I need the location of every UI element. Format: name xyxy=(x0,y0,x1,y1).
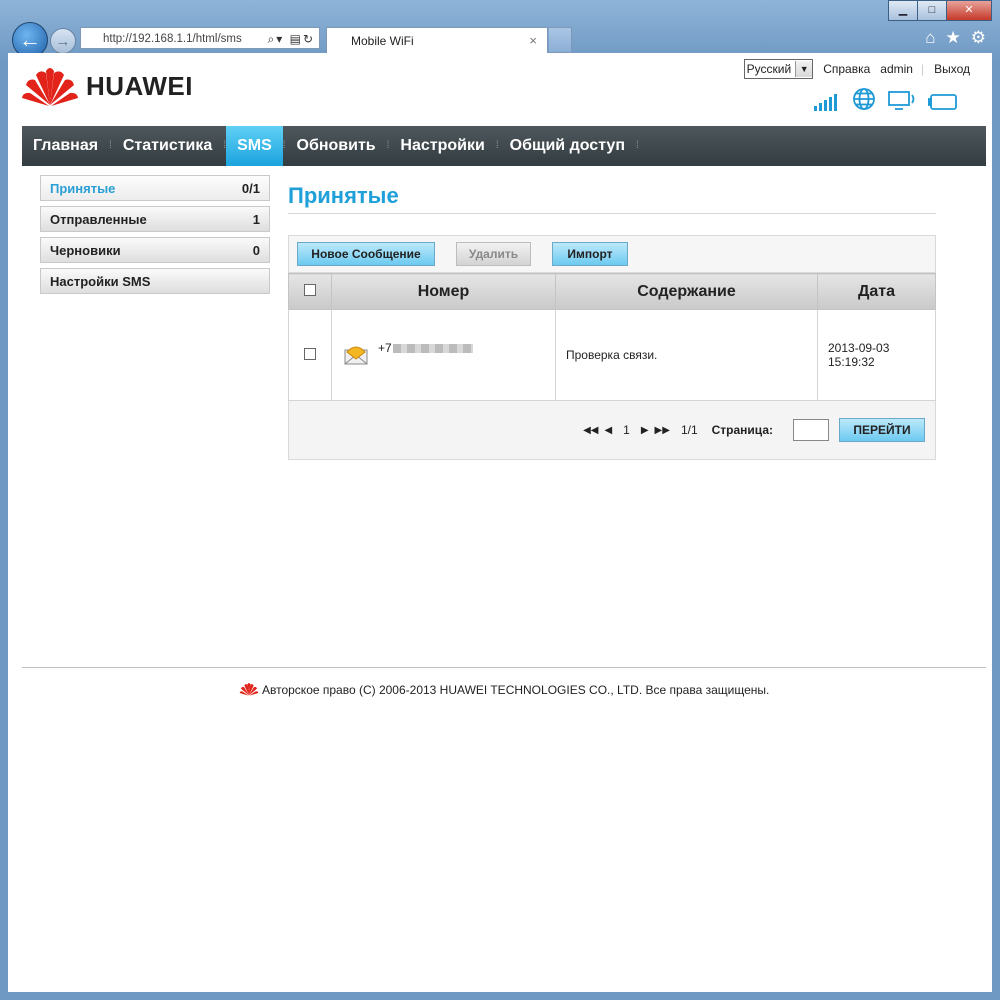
sidebar-item-count: 1 xyxy=(252,211,260,227)
delete-button[interactable]: Удалить xyxy=(456,242,531,266)
sidebar-item-label: Черновики xyxy=(50,242,121,258)
select-all-checkbox[interactable] xyxy=(304,283,316,296)
new-tab-button[interactable] xyxy=(549,27,572,53)
redacted-number xyxy=(392,344,473,354)
table-header-row: Номер Содержание Дата xyxy=(288,273,936,310)
battery-icon xyxy=(928,94,957,110)
top-links: Русский ▼ Справка admin | Выход xyxy=(743,59,970,79)
main-panel: Принятые Новое Сообщение Удалить Импорт … xyxy=(288,175,936,460)
address-url: http://192.168.1.1/html/sms xyxy=(103,33,242,45)
window-controls: ▁ □ ✕ xyxy=(888,0,992,21)
address-controls: ⌕▾ ▤↻ xyxy=(268,28,316,48)
pagination: ◀◀ ◀ 1 ▶ ▶▶ 1/1 Страница: ПЕРЕЙТИ xyxy=(288,401,936,460)
page-title: Принятые xyxy=(288,175,936,214)
browser-window: ▁ □ ✕ ← → http://192.168.1.1/html/sms ⌕▾… xyxy=(0,0,1000,1000)
internet-globe-icon xyxy=(853,88,875,110)
sidebar-item-count: 0 xyxy=(252,242,260,258)
nav-item-settings[interactable]: Настройки xyxy=(389,126,495,166)
next-page-icon[interactable]: ▶ xyxy=(641,425,649,436)
nav-item-sms[interactable]: SMS xyxy=(226,126,283,166)
sidebar-item-inbox[interactable]: Принятые 0/1 xyxy=(40,175,270,201)
main-nav: Главная ⁞ Статистика ⁞ SMS ⁞ Обновить ⁞ … xyxy=(22,126,986,166)
page-count: 1/1 xyxy=(680,423,698,437)
message-toolbar: Новое Сообщение Удалить Импорт xyxy=(288,235,936,273)
nav-item-update[interactable]: Обновить xyxy=(286,126,387,166)
sender-number: +7 xyxy=(378,341,473,355)
column-header-content: Содержание xyxy=(555,273,818,310)
favorites-star-icon[interactable]: ★ xyxy=(946,28,961,48)
status-icons xyxy=(814,87,958,111)
page-content: HUAWEI Русский ▼ Справка admin | Выход Г… xyxy=(8,53,992,992)
forward-arrow-icon[interactable]: → xyxy=(50,28,76,54)
sidebar-item-label: Настройки SMS xyxy=(50,273,151,289)
help-link[interactable]: Справка xyxy=(823,62,870,76)
sidebar-item-label: Отправленные xyxy=(50,211,147,227)
number-cell: +7 xyxy=(331,309,556,401)
nav-item-sharing[interactable]: Общий доступ xyxy=(499,126,636,166)
signal-strength-icon xyxy=(814,94,837,111)
last-page-icon[interactable]: ▶▶ xyxy=(655,425,670,436)
row-select-cell xyxy=(288,309,332,401)
prev-page-icon[interactable]: ◀ xyxy=(604,425,612,436)
sender-number-prefix: +7 xyxy=(378,341,392,355)
message-date: 2013-09-03 15:19:32 xyxy=(817,309,936,401)
sidebar-item-count: 0/1 xyxy=(241,180,260,196)
first-page-icon[interactable]: ◀◀ xyxy=(583,425,598,436)
minimize-icon[interactable]: ▁ xyxy=(888,0,918,21)
column-header-date: Дата xyxy=(817,273,936,310)
current-page[interactable]: 1 xyxy=(623,423,630,437)
sidebar-item-label: Принятые xyxy=(50,180,116,196)
user-link[interactable]: admin xyxy=(880,62,913,76)
nav-item-home[interactable]: Главная xyxy=(22,126,109,166)
envelope-icon xyxy=(344,346,368,365)
tab-close-icon[interactable]: × xyxy=(529,28,537,54)
huawei-logo: HUAWEI xyxy=(22,65,193,107)
connected-device-icon xyxy=(888,91,915,110)
logout-link[interactable]: Выход xyxy=(934,62,970,76)
home-icon[interactable]: ⌂ xyxy=(925,28,935,48)
close-icon[interactable]: ✕ xyxy=(946,0,992,21)
language-select[interactable]: Русский ▼ xyxy=(743,59,814,79)
language-value: Русский xyxy=(746,62,792,76)
huawei-flower-icon xyxy=(239,683,258,696)
sms-sidebar: Принятые 0/1 Отправленные 1 Черновики 0 … xyxy=(40,175,270,299)
select-all-header xyxy=(288,273,332,310)
import-button[interactable]: Импорт xyxy=(552,242,628,266)
search-icon[interactable]: ⌕▾ xyxy=(268,32,285,46)
row-checkbox[interactable] xyxy=(304,347,316,360)
header: HUAWEI Русский ▼ Справка admin | Выход xyxy=(22,53,986,126)
refresh-icon[interactable]: ↻ xyxy=(303,32,315,46)
gear-icon[interactable]: ⚙ xyxy=(971,28,986,48)
tab-title: Mobile WiFi xyxy=(351,34,414,48)
go-button[interactable]: ПЕРЕЙТИ xyxy=(839,418,925,442)
maximize-icon[interactable]: □ xyxy=(917,0,947,21)
nav-separator: ⁞ xyxy=(635,140,639,151)
page-number-input[interactable] xyxy=(793,419,829,441)
nav-item-statistics[interactable]: Статистика xyxy=(112,126,223,166)
footer: Авторское право (C) 2006-2013 HUAWEI TEC… xyxy=(22,667,986,697)
compat-view-icon[interactable]: ▤ xyxy=(290,32,303,46)
copyright-text: Авторское право (C) 2006-2013 HUAWEI TEC… xyxy=(261,683,770,697)
messages-table: Номер Содержание Дата +7 Проверка связи.… xyxy=(288,273,936,401)
table-row[interactable]: +7 Проверка связи. 2013-09-03 15:19:32 xyxy=(288,309,936,401)
sidebar-item-drafts[interactable]: Черновики 0 xyxy=(40,237,270,263)
logo-text: HUAWEI xyxy=(86,70,193,101)
message-content: Проверка связи. xyxy=(555,309,818,401)
page-label: Страница: xyxy=(711,423,773,437)
chevron-down-icon: ▼ xyxy=(795,61,813,77)
browser-tab[interactable]: Mobile WiFi × xyxy=(326,27,548,53)
new-message-button[interactable]: Новое Сообщение xyxy=(297,242,435,266)
sidebar-item-sent[interactable]: Отправленные 1 xyxy=(40,206,270,232)
column-header-number: Номер xyxy=(331,273,556,310)
huawei-flower-icon xyxy=(22,68,78,106)
browser-toolbar-icons: ⌂ ★ ⚙ xyxy=(925,28,986,48)
divider: | xyxy=(920,62,925,76)
address-bar[interactable]: http://192.168.1.1/html/sms ⌕▾ ▤↻ xyxy=(80,27,320,49)
sidebar-item-sms-settings[interactable]: Настройки SMS xyxy=(40,268,270,294)
